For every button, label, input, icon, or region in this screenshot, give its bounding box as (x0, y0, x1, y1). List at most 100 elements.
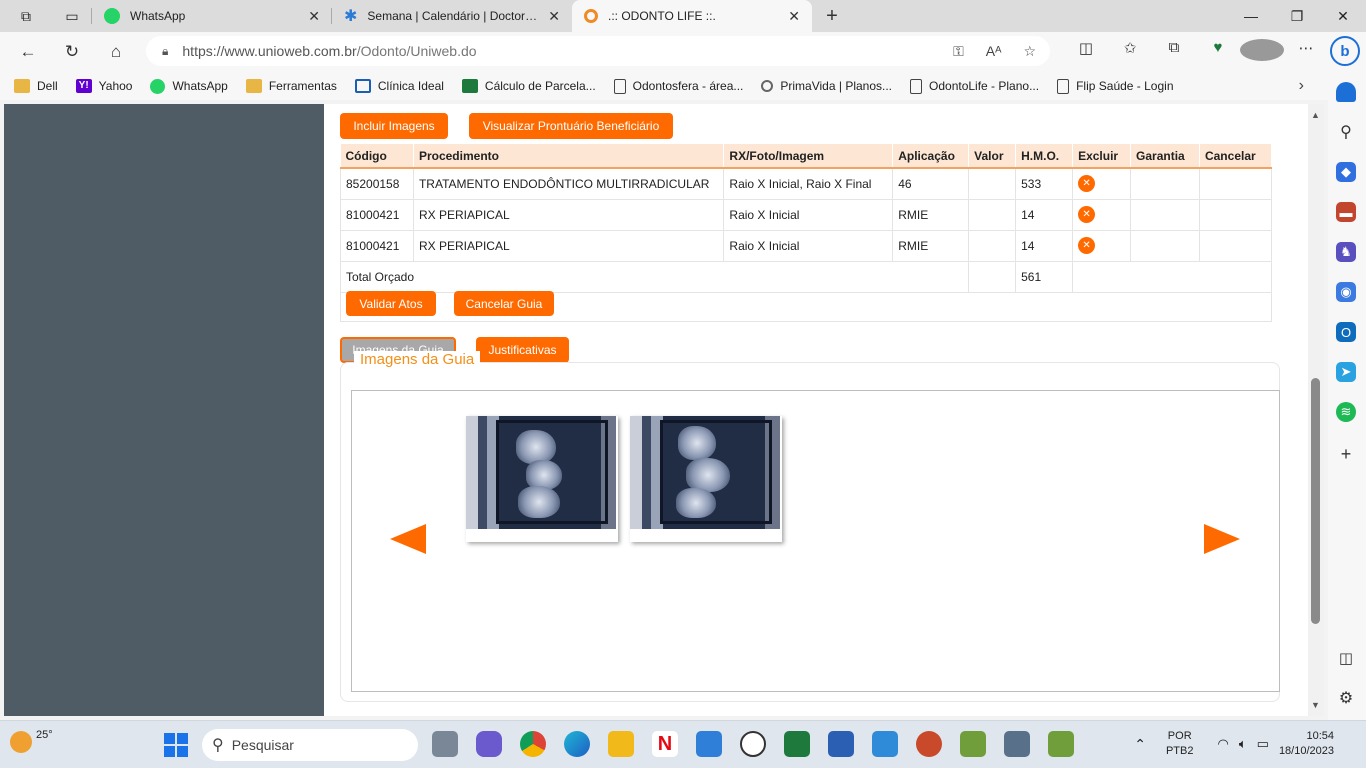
scroll-down-icon[interactable]: ▼ (1311, 700, 1320, 710)
notifications-bell-icon[interactable] (1336, 82, 1356, 102)
xray-thumbnail[interactable] (466, 416, 618, 542)
bookmark-label: Dell (37, 79, 58, 93)
scroll-up-icon[interactable]: ▲ (1311, 110, 1320, 120)
bookmark-clinica-ideal[interactable]: Clínica Ideal (354, 79, 444, 93)
key-icon[interactable]: ⚿ (953, 43, 964, 60)
url-field[interactable]: 🔒︎ https://www.unioweb.com.br/Odonto/Uni… (146, 36, 1050, 66)
telegram-send-icon[interactable]: ➤ (1336, 362, 1356, 382)
close-tab-icon[interactable]: ✕ (788, 8, 800, 25)
system-tray: ⌃ POR PTB2 ◠ 🔈︎ ▭ 10:54 18/10/2023 (1134, 729, 1360, 759)
calculator-app-icon[interactable] (960, 731, 986, 757)
add-icon[interactable]: + (1336, 444, 1356, 464)
more-menu-icon[interactable]: ⋯ (1284, 39, 1328, 65)
back-button[interactable]: ← (6, 42, 50, 62)
rx-cell: Raio X Inicial (723, 199, 894, 231)
app-icon[interactable] (1004, 731, 1030, 757)
settings-gear-icon[interactable]: ⚙ (1336, 688, 1356, 708)
profile-avatar[interactable] (1240, 39, 1284, 65)
read-aloud-icon[interactable]: Aᴬ (986, 43, 1002, 60)
tools-briefcase-icon[interactable]: ▬ (1336, 202, 1356, 222)
page-scrollbar[interactable]: ▲ ▼ (1308, 104, 1324, 716)
excel-icon[interactable] (784, 731, 810, 757)
excluir-cell: ✕ (1072, 230, 1132, 262)
word-icon[interactable] (828, 731, 854, 757)
powerpoint-icon[interactable] (916, 731, 942, 757)
volume-icon[interactable]: 🔈︎ (1239, 736, 1247, 752)
app-icon[interactable] (1048, 731, 1074, 757)
bookmark-ferramentas[interactable]: Ferramentas (245, 79, 337, 93)
bookmark-label: Clínica Ideal (377, 79, 444, 93)
microsoft-365-icon[interactable]: ◉ (1336, 282, 1356, 302)
store-icon[interactable] (872, 731, 898, 757)
chevron-right-icon[interactable]: › (1299, 77, 1304, 95)
xray-thumbnail[interactable] (630, 416, 782, 542)
battery-icon[interactable]: ▭ (1257, 736, 1269, 752)
mail-icon[interactable] (696, 731, 722, 757)
page-icon (1057, 78, 1070, 94)
bookmark-calculo-parcela[interactable]: Cálculo de Parcela... (461, 79, 596, 93)
shopping-tag-icon[interactable]: ◆ (1336, 162, 1356, 182)
chevron-up-icon[interactable]: ⌃ (1134, 736, 1146, 753)
home-button[interactable]: ⌂ (94, 42, 138, 62)
close-window-icon[interactable]: ✕ (1320, 0, 1366, 32)
delete-x-icon[interactable]: ✕ (1078, 237, 1096, 254)
wifi-icon[interactable]: ◠ (1217, 736, 1228, 752)
file-explorer-icon[interactable] (608, 731, 634, 757)
delete-x-icon[interactable]: ✕ (1078, 206, 1096, 223)
favorite-star-icon[interactable]: ☆ (1023, 43, 1036, 60)
refresh-button[interactable]: ↻ (50, 42, 94, 62)
incluir-imagens-button[interactable]: Incluir Imagens (340, 113, 448, 139)
performance-icon[interactable]: ♥ (1196, 39, 1240, 65)
task-view-icon[interactable] (432, 731, 458, 757)
close-tab-icon[interactable]: ✕ (548, 8, 560, 25)
search-icon[interactable]: ⚲ (1336, 122, 1356, 142)
workspaces-button[interactable]: ⧉ (0, 0, 52, 32)
start-windows-icon[interactable] (164, 733, 188, 757)
taskbar-search[interactable]: ⚲ Pesquisar (202, 729, 418, 761)
language-indicator[interactable]: POR PTB2 (1166, 729, 1194, 759)
bookmark-primavida[interactable]: PrimaVida | Planos... (761, 79, 892, 93)
visualizar-prontuario-button[interactable]: Visualizar Prontuário Beneficiário (469, 113, 673, 139)
minimize-icon[interactable]: — (1228, 0, 1274, 32)
new-tab-button[interactable]: + (812, 0, 852, 32)
tab-doctoralia[interactable]: ✱ Semana | Calendário | Doctoralia ✕ (332, 0, 572, 32)
weather-widget[interactable]: 25° (10, 729, 53, 753)
sidebar-layout-icon[interactable]: ◫ (1336, 648, 1356, 668)
games-icon[interactable]: ♞ (1336, 242, 1356, 262)
bookmark-odontosfera[interactable]: Odontosfera - área... (613, 78, 743, 94)
garantia-cell (1130, 199, 1200, 231)
restore-icon[interactable]: ❐ (1274, 0, 1320, 32)
scrollbar-thumb[interactable] (1311, 378, 1320, 624)
collections-icon[interactable]: ⧉ (1152, 39, 1196, 65)
column-header: RX/Foto/Imagem (723, 144, 894, 169)
tab-actions-button[interactable]: ▭ (52, 0, 92, 32)
favorites-icon[interactable]: ✩ (1108, 39, 1152, 65)
teams-chat-icon[interactable] (476, 731, 502, 757)
spotify-icon[interactable]: ≋ (1336, 402, 1356, 422)
bookmark-flip-saude[interactable]: Flip Saúde - Login (1057, 78, 1174, 94)
close-tab-icon[interactable]: ✕ (308, 8, 320, 25)
gallery-prev-arrow-icon[interactable] (390, 524, 426, 554)
edge-icon[interactable] (564, 731, 590, 757)
dell-icon[interactable] (740, 731, 766, 757)
validar-atos-button[interactable]: Validar Atos (346, 291, 436, 316)
bookmark-whatsapp[interactable]: WhatsApp (150, 78, 228, 94)
procedimento-cell: TRATAMENTO ENDODÔNTICO MULTIRRADICULAR (413, 168, 725, 200)
bookmark-dell[interactable]: Dell (14, 79, 58, 93)
bookmark-odontolife[interactable]: OdontoLife - Plano... (910, 78, 1039, 94)
tab-whatsapp[interactable]: WhatsApp ✕ (92, 0, 332, 32)
tab-odonto-life[interactable]: .:: ODONTO LIFE ::. ✕ (572, 0, 812, 32)
bookmark-label: WhatsApp (172, 79, 228, 93)
tab-justificativas[interactable]: Justificativas (476, 337, 569, 363)
bookmark-yahoo[interactable]: Y! Yahoo (75, 79, 132, 93)
bing-copilot-icon[interactable]: b (1330, 36, 1360, 66)
gallery-next-arrow-icon[interactable] (1204, 524, 1240, 554)
cancelar-guia-button[interactable]: Cancelar Guia (454, 291, 554, 316)
delete-x-icon[interactable]: ✕ (1078, 175, 1096, 193)
chrome-icon[interactable] (520, 731, 546, 757)
clock[interactable]: 10:54 18/10/2023 (1279, 729, 1334, 759)
page-icon (613, 78, 626, 94)
split-screen-icon[interactable]: ◫ (1064, 39, 1108, 65)
netflix-icon[interactable]: N (652, 731, 678, 757)
outlook-icon[interactable]: O (1336, 322, 1356, 342)
